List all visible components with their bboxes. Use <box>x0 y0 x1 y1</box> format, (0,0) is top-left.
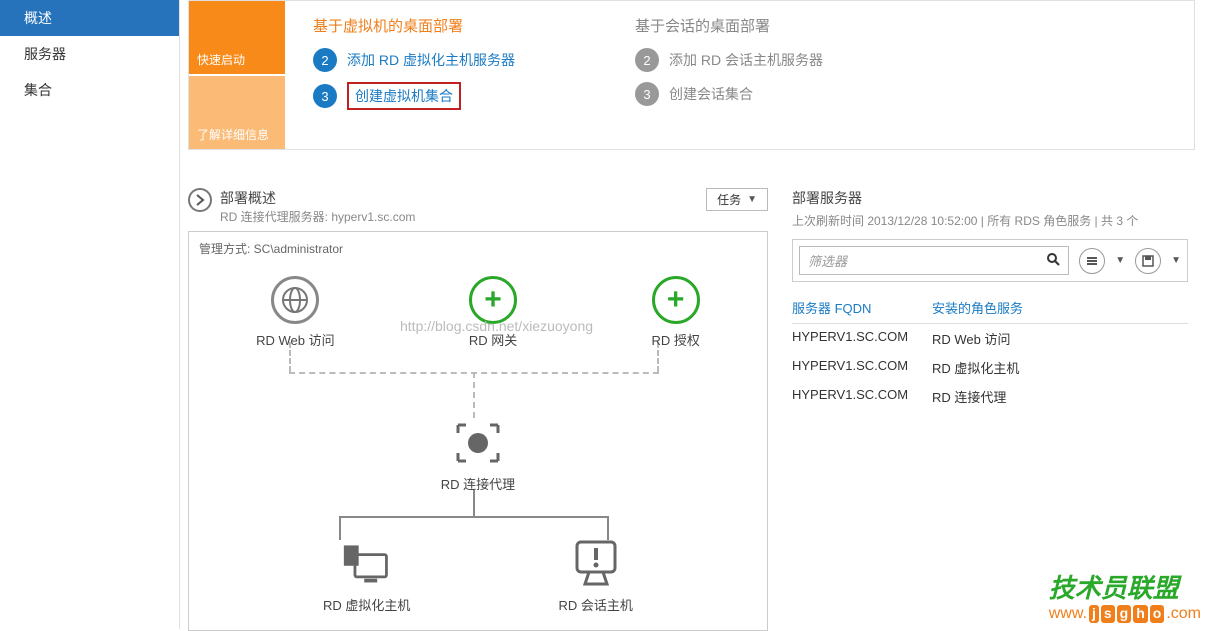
cell-fqdn: HYPERV1.SC.COM <box>792 387 912 406</box>
virtualization-host-icon <box>342 540 392 586</box>
cell-fqdn: HYPERV1.SC.COM <box>792 329 912 348</box>
orange-tile-stack: 快速启动 了解详细信息 <box>189 1 285 149</box>
cell-fqdn: HYPERV1.SC.COM <box>792 358 912 377</box>
logo-domain: jsgho <box>1089 605 1164 623</box>
add-icon: + <box>652 276 700 324</box>
save-query-button[interactable] <box>1135 248 1161 274</box>
collapse-icon[interactable] <box>188 188 212 212</box>
chevron-down-icon: ▼ <box>747 194 757 205</box>
rd-web-label: RD Web 访问 <box>256 330 335 349</box>
globe-icon <box>271 276 319 324</box>
vm-step-2-text: 添加 RD 虚拟化主机服务器 <box>347 50 515 70</box>
cell-role: RD 虚拟化主机 <box>932 358 1019 377</box>
logo-suffix: .com <box>1166 605 1201 623</box>
servers-table: 服务器 FQDN 安装的角色服务 HYPERV1.SC.COM RD Web 访… <box>792 298 1188 411</box>
logo-watermark: 技术员联盟 www. jsgho .com <box>1049 568 1201 623</box>
overview-subtitle: RD 连接代理服务器: hyperv1.sc.com <box>220 208 415 225</box>
rd-gateway-node[interactable]: + RD 网关 <box>469 276 517 349</box>
list-view-button[interactable] <box>1079 248 1105 274</box>
logo-line1: 技术员联盟 <box>1049 568 1201 605</box>
rd-licensing-label: RD 授权 <box>651 330 699 349</box>
table-row[interactable]: HYPERV1.SC.COM RD 连接代理 <box>792 382 1188 411</box>
left-nav: 概述 服务器 集合 <box>0 0 180 629</box>
nav-overview[interactable]: 概述 <box>0 0 179 36</box>
filter-input[interactable]: 筛选器 <box>799 246 1069 275</box>
tile-learnmore[interactable]: 了解详细信息 <box>189 76 285 149</box>
rd-cb-label: RD 连接代理 <box>189 474 767 493</box>
main-area: 部署概述 RD 连接代理服务器: hyperv1.sc.com 任务 ▼ 管理方… <box>188 188 1195 631</box>
tasks-label: 任务 <box>717 191 741 208</box>
servers-subtitle: 上次刷新时间 2013/12/28 10:52:00 | 所有 RDS 角色服务… <box>792 212 1188 229</box>
overview-title: 部署概述 <box>220 188 415 208</box>
nav-collections[interactable]: 集合 <box>0 72 179 108</box>
deployment-columns: 基于虚拟机的桌面部署 2 添加 RD 虚拟化主机服务器 3 创建虚拟机集合 基于… <box>285 1 1194 149</box>
connection-broker-icon <box>453 420 503 466</box>
table-row[interactable]: HYPERV1.SC.COM RD 虚拟化主机 <box>792 353 1188 382</box>
vm-deploy-title: 基于虚拟机的桌面部署 <box>313 15 515 36</box>
session-step-2[interactable]: 2 添加 RD 会话主机服务器 <box>635 48 823 72</box>
manage-as-label: 管理方式: SC\administrator <box>199 240 757 257</box>
col-role[interactable]: 安装的角色服务 <box>932 298 1023 317</box>
chevron-down-icon[interactable]: ▼ <box>1115 255 1125 266</box>
session-step-2-text: 添加 RD 会话主机服务器 <box>669 50 823 70</box>
rd-licensing-node[interactable]: + RD 授权 <box>651 276 699 349</box>
rd-sh-label: RD 会话主机 <box>559 595 633 614</box>
col-fqdn[interactable]: 服务器 FQDN <box>792 298 912 317</box>
logo-line2: www. jsgho .com <box>1049 605 1201 623</box>
step-number-icon: 2 <box>635 48 659 72</box>
rd-vh-label: RD 虚拟化主机 <box>323 595 410 614</box>
servers-title: 部署服务器 <box>792 188 1188 208</box>
logo-prefix: www. <box>1049 605 1087 623</box>
filter-toolbar: 筛选器 ▼ ▼ <box>792 239 1188 282</box>
chevron-down-icon[interactable]: ▼ <box>1171 255 1181 266</box>
cell-role: RD Web 访问 <box>932 329 1011 348</box>
step-number-icon: 2 <box>313 48 337 72</box>
rd-connection-broker-node[interactable]: RD 连接代理 <box>189 420 767 493</box>
rd-web-access-node[interactable]: RD Web 访问 <box>256 276 335 349</box>
deployment-overview-pane: 部署概述 RD 连接代理服务器: hyperv1.sc.com 任务 ▼ 管理方… <box>188 188 768 631</box>
rd-gateway-label: RD 网关 <box>469 330 517 349</box>
cell-role: RD 连接代理 <box>932 387 1006 406</box>
rd-session-host-node[interactable]: RD 会话主机 <box>559 540 633 614</box>
tasks-dropdown[interactable]: 任务 ▼ <box>706 188 768 211</box>
add-icon: + <box>469 276 517 324</box>
session-deploy-title: 基于会话的桌面部署 <box>635 15 823 36</box>
vm-deploy-column: 基于虚拟机的桌面部署 2 添加 RD 虚拟化主机服务器 3 创建虚拟机集合 <box>313 15 515 135</box>
session-deploy-column: 基于会话的桌面部署 2 添加 RD 会话主机服务器 3 创建会话集合 <box>635 15 823 135</box>
deployment-diagram: 管理方式: SC\administrator RD Web 访问 <box>188 231 768 631</box>
nav-servers[interactable]: 服务器 <box>0 36 179 72</box>
step-number-icon: 3 <box>635 82 659 106</box>
search-icon <box>1046 252 1060 269</box>
session-step-3-text: 创建会话集合 <box>669 84 753 104</box>
session-host-icon <box>571 540 621 586</box>
deployment-servers-pane: 部署服务器 上次刷新时间 2013/12/28 10:52:00 | 所有 RD… <box>788 188 1188 631</box>
session-step-3[interactable]: 3 创建会话集合 <box>635 82 823 106</box>
filter-placeholder: 筛选器 <box>808 251 847 270</box>
vm-step-3[interactable]: 3 创建虚拟机集合 <box>313 82 515 110</box>
rd-virtualization-host-node[interactable]: RD 虚拟化主机 <box>323 540 410 614</box>
vm-step-2[interactable]: 2 添加 RD 虚拟化主机服务器 <box>313 48 515 72</box>
vm-step-3-text-highlighted: 创建虚拟机集合 <box>347 82 461 110</box>
tile-quickstart[interactable]: 快速启动 <box>189 1 285 76</box>
step-number-icon: 3 <box>313 84 337 108</box>
table-header: 服务器 FQDN 安装的角色服务 <box>792 298 1188 324</box>
table-row[interactable]: HYPERV1.SC.COM RD Web 访问 <box>792 324 1188 353</box>
top-deployment-cards: 快速启动 了解详细信息 基于虚拟机的桌面部署 2 添加 RD 虚拟化主机服务器 … <box>188 0 1195 150</box>
